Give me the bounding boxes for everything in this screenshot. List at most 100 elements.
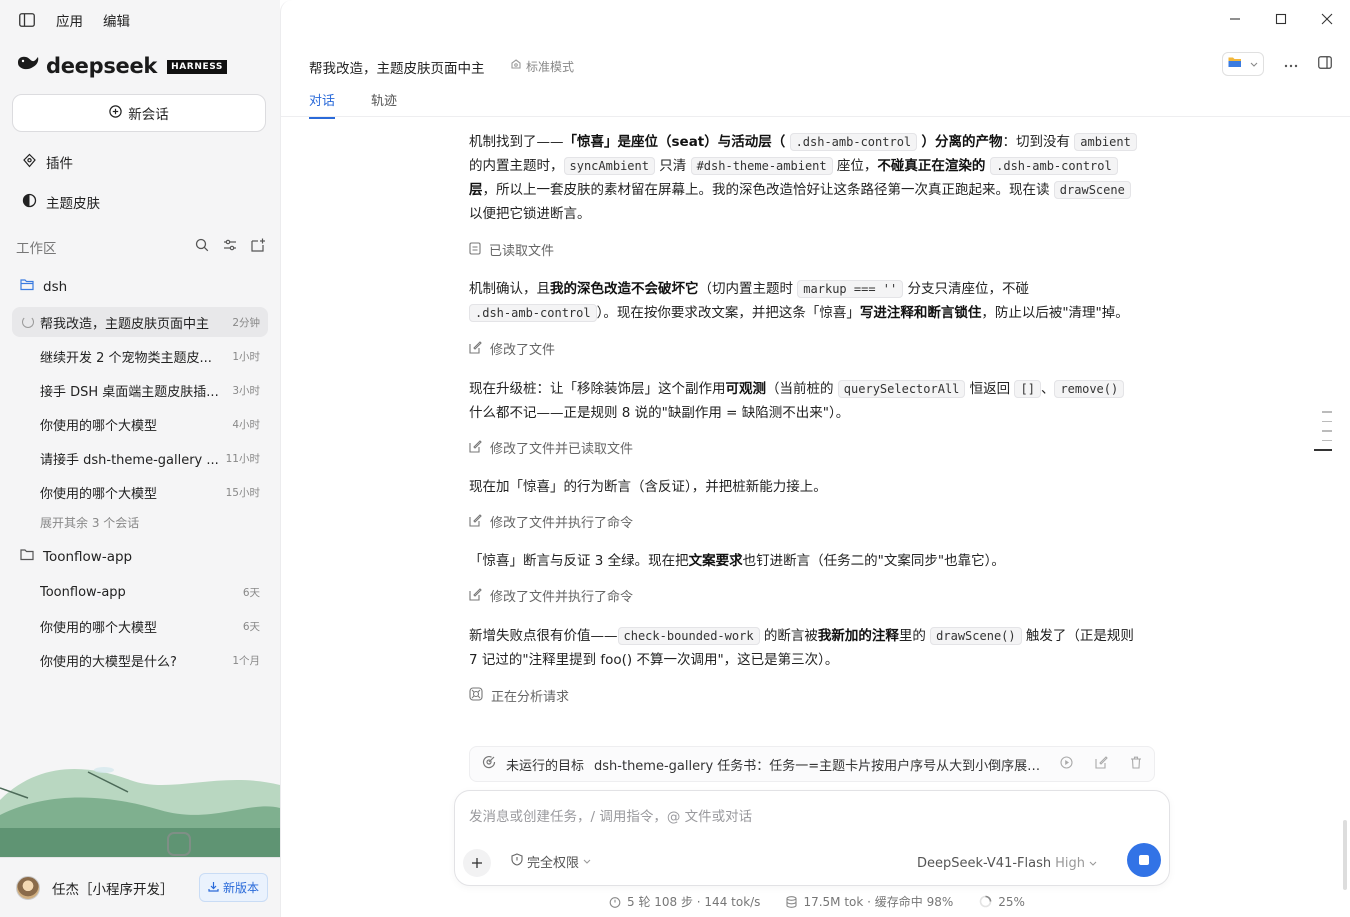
conversation-item[interactable]: 你使用的哪个大模型 4小时 — [12, 409, 268, 439]
conversation-item[interactable]: 帮我改造，主题皮肤页面中主 2分钟 — [12, 307, 268, 337]
user-name: 任杰［小程序开发］ — [52, 881, 174, 898]
shield-icon — [511, 853, 523, 870]
stop-icon — [1139, 855, 1149, 865]
conversation-item[interactable]: 请接手 dsh-theme-gallery ... 11小时 — [12, 443, 268, 473]
action-edit-run[interactable]: 修改了文件并执行了命令 — [469, 586, 1159, 610]
action-read-file[interactable]: 已读取文件 — [469, 240, 1159, 264]
conversation-item[interactable]: Toonflow-app 6天 — [12, 577, 268, 607]
text: 以便把它锁进断言。 — [469, 206, 591, 222]
trash-icon[interactable] — [1130, 756, 1142, 773]
permission-label: 完全权限 — [527, 856, 580, 871]
scrollbar[interactable] — [1343, 820, 1347, 890]
workspace-label: 工作区 — [16, 241, 57, 257]
new-chat-button[interactable]: 新会话 — [12, 94, 266, 132]
outline-mark[interactable] — [1322, 420, 1332, 422]
menu-app[interactable]: 应用 — [52, 10, 87, 30]
conversation-time: 2分钟 — [232, 316, 260, 329]
steps-stat: 5 轮 108 步 · 144 tok/s — [609, 893, 760, 910]
sidebar-item-label: 主题皮肤 — [46, 196, 100, 212]
conversation-title: 你使用的哪个大模型 — [40, 486, 158, 502]
text: 、 — [1040, 381, 1055, 397]
sidebar-item-themes[interactable]: 主题皮肤 — [22, 192, 100, 212]
tokens-stat: 17.5M tok · 缓存命中 98% — [786, 893, 953, 910]
filter-icon[interactable] — [223, 238, 237, 256]
code-inline: .dsh-amb-control — [990, 157, 1118, 175]
tokens-text: 17.5M tok · 缓存命中 98% — [803, 895, 954, 909]
edit-goal-icon[interactable] — [1095, 755, 1108, 773]
expand-more-link[interactable]: 展开其余 3 个会话 — [40, 514, 139, 531]
new-version-button[interactable]: 新版本 — [198, 873, 268, 902]
tab-dialog[interactable]: 对话 — [309, 90, 336, 119]
right-panel-toggle-icon[interactable] — [1318, 55, 1332, 73]
close-icon[interactable] — [1318, 10, 1336, 28]
window-controls — [1226, 10, 1336, 28]
edit-icon — [469, 512, 482, 536]
outline-mark[interactable] — [1322, 430, 1332, 432]
message-composer[interactable]: 发消息或创建任务，/ 调用指令，@ 文件或对话 完全权限 DeepSeek-V4… — [454, 790, 1170, 886]
folder-color-icon — [1228, 56, 1242, 72]
code-inline: .dsh-amb-control — [789, 133, 918, 151]
text: 的断言被 — [759, 628, 818, 644]
menu-edit[interactable]: 编辑 — [99, 10, 134, 30]
conversation-title: 接手 DSH 桌面端主题皮肤插... — [40, 384, 219, 400]
maximize-icon[interactable] — [1272, 10, 1290, 28]
open-folder-button[interactable] — [1222, 52, 1264, 76]
project-folder-toonflow[interactable]: Toonflow-app — [20, 548, 132, 565]
context-stat: 25% — [979, 895, 1025, 909]
download-icon — [208, 881, 219, 895]
action-label: 修改了文件 — [490, 343, 556, 358]
new-version-label: 新版本 — [222, 881, 259, 895]
text: 分支只清座位，不碰 — [903, 281, 1030, 297]
user-bar: 任杰［小程序开发］ 新版本 — [0, 857, 280, 917]
outline-mark-active[interactable] — [1314, 449, 1332, 451]
text: 「惊喜」断言与反证 3 全绿。现在把 — [469, 553, 689, 569]
message-outline-nav[interactable] — [1314, 411, 1332, 451]
avatar[interactable] — [16, 875, 40, 900]
outline-mark[interactable] — [1322, 439, 1332, 441]
text: ，所以上一套皮肤的素材留在屏幕上。我的深色改造恰好让这条路径第一次真正跑起来。现… — [482, 182, 1054, 198]
chevron-down-icon — [1089, 856, 1097, 871]
code-inline: ambient — [1074, 133, 1137, 151]
action-label: 已读取文件 — [489, 244, 555, 259]
brand-tag: HARNESS — [167, 60, 227, 74]
outline-mark[interactable] — [1322, 411, 1332, 413]
code-inline: drawScene() — [930, 627, 1022, 645]
new-project-icon[interactable] — [251, 238, 266, 256]
code-inline: #dsh-theme-ambient — [690, 157, 833, 175]
stop-button[interactable] — [1127, 843, 1161, 877]
conversation-title: Toonflow-app — [40, 584, 126, 600]
conversation-item[interactable]: 接手 DSH 桌面端主题皮肤插... 3小时 — [12, 375, 268, 405]
text: ）。现在按你要求改文案，并把这条「惊喜」 — [596, 305, 860, 321]
text: ：切到没有 — [1002, 134, 1075, 150]
text: 什么都不记——正是规则 8 说的"缺副作用 = 缺陷测不出来"）。 — [469, 405, 850, 421]
text: 触发了（正是规则 — [1021, 628, 1134, 644]
mode-label: 标准模式 — [526, 60, 575, 74]
search-icon[interactable] — [195, 238, 209, 256]
model-selector[interactable]: DeepSeek-V41-Flash High — [917, 856, 1097, 871]
composer-input[interactable]: 发消息或创建任务，/ 调用指令，@ 文件或对话 — [469, 805, 752, 825]
conversation-item[interactable]: 你使用的哪个大模型 6天 — [12, 611, 268, 641]
action-edit-file[interactable]: 修改了文件 — [469, 339, 1159, 363]
tab-trace[interactable]: 轨迹 — [371, 90, 397, 119]
attach-button[interactable] — [463, 849, 491, 877]
conversation-item[interactable]: 你使用的哪个大模型 15小时 — [12, 477, 268, 507]
text-bold: 我新加的注释 — [817, 628, 899, 644]
minimize-icon[interactable] — [1226, 10, 1244, 28]
mode-badge[interactable]: 标准模式 — [510, 58, 574, 75]
conversation-item[interactable]: 你使用的大模型是什么? 1个月 — [12, 645, 268, 675]
project-folder-dsh[interactable]: dsh — [20, 278, 67, 295]
action-edit-run[interactable]: 修改了文件并执行了命令 — [469, 512, 1159, 536]
play-icon[interactable] — [1060, 755, 1073, 773]
message-stream: 机制找到了——「惊喜」是座位（seat）与活动层（ .dsh-amb-contr… — [469, 130, 1159, 710]
permission-dropdown[interactable]: 完全权限 — [511, 852, 591, 871]
sidebar-toggle-icon[interactable] — [14, 9, 40, 31]
action-edit-read-file[interactable]: 修改了文件并已读取文件 — [469, 438, 1159, 462]
conversation-item[interactable]: 继续开发 2 个宠物类主题皮... 1小时 — [12, 341, 268, 371]
action-label: 修改了文件并执行了命令 — [490, 590, 634, 605]
code-inline: remove() — [1054, 380, 1125, 398]
more-icon[interactable] — [1284, 57, 1298, 72]
assistant-paragraph: 「惊喜」断言与反证 3 全绿。现在把文案要求也钉进断言（任务二的"文案同步"也靠… — [469, 549, 1159, 573]
code-inline: syncAmbient — [563, 157, 655, 175]
sidebar-item-plugins[interactable]: 插件 — [22, 152, 73, 172]
text-bold: 可观测 — [725, 381, 767, 397]
